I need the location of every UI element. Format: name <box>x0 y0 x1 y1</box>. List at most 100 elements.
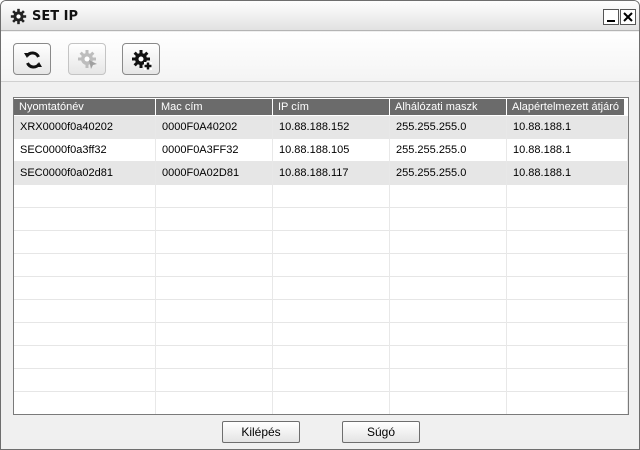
column-header-mac[interactable]: Mac cím <box>156 99 273 115</box>
add-button[interactable] <box>122 43 160 75</box>
cell-gateway: 10.88.188.1 <box>507 162 628 185</box>
empty-cell <box>14 323 156 346</box>
empty-cell <box>507 369 628 392</box>
empty-cell <box>14 254 156 277</box>
window-title: SET IP <box>32 9 79 24</box>
empty-cell <box>156 323 273 346</box>
cell-mac: 0000F0A02D81 <box>156 162 273 185</box>
empty-row <box>14 346 628 369</box>
table-row[interactable]: SEC0000f0a02d81 0000F0A02D81 10.88.188.1… <box>14 162 628 185</box>
empty-cell <box>273 254 390 277</box>
empty-cell <box>273 277 390 300</box>
close-icon <box>623 12 633 22</box>
empty-row <box>14 392 628 414</box>
empty-cell <box>14 277 156 300</box>
column-header-gateway[interactable]: Alapértelmezett átjáró <box>507 99 625 115</box>
help-button[interactable]: Súgó <box>342 421 420 443</box>
empty-cell <box>390 185 507 208</box>
empty-cell <box>156 185 273 208</box>
empty-cell <box>390 323 507 346</box>
empty-row <box>14 300 628 323</box>
cell-mac: 0000F0A40202 <box>156 116 273 139</box>
cell-gateway: 10.88.188.1 <box>507 116 628 139</box>
minimize-button[interactable] <box>603 9 619 25</box>
empty-cell <box>507 254 628 277</box>
empty-cell <box>507 300 628 323</box>
empty-cell <box>390 300 507 323</box>
refresh-button[interactable] <box>13 43 51 75</box>
cell-gateway: 10.88.188.1 <box>507 139 628 162</box>
cell-subnet: 255.255.255.0 <box>390 139 507 162</box>
empty-cell <box>507 346 628 369</box>
empty-row <box>14 231 628 254</box>
printer-table: Nyomtatónév Mac cím IP cím Alhálózati ma… <box>13 97 629 415</box>
cell-printer-name: XRX0000f0a40202 <box>14 116 156 139</box>
empty-cell <box>390 346 507 369</box>
empty-cell <box>156 346 273 369</box>
refresh-icon <box>24 51 42 69</box>
empty-row <box>14 185 628 208</box>
toolbar <box>1 32 639 82</box>
empty-cell <box>273 208 390 231</box>
empty-cell <box>14 300 156 323</box>
empty-cell <box>14 369 156 392</box>
gear-cursor-icon <box>78 50 97 69</box>
empty-cell <box>390 277 507 300</box>
empty-cell <box>507 392 628 414</box>
empty-cell <box>14 231 156 254</box>
empty-cell <box>273 185 390 208</box>
empty-cell <box>156 392 273 414</box>
cell-ip: 10.88.188.105 <box>273 139 390 162</box>
empty-cell <box>390 231 507 254</box>
empty-cell <box>156 277 273 300</box>
empty-row <box>14 277 628 300</box>
cell-printer-name: SEC0000f0a3ff32 <box>14 139 156 162</box>
title-bar[interactable]: SET IP <box>1 1 639 31</box>
column-header-ip[interactable]: IP cím <box>273 99 390 115</box>
empty-row <box>14 369 628 392</box>
cell-subnet: 255.255.255.0 <box>390 116 507 139</box>
empty-cell <box>156 300 273 323</box>
cell-printer-name: SEC0000f0a02d81 <box>14 162 156 185</box>
exit-button[interactable]: Kilépés <box>222 421 300 443</box>
empty-cell <box>390 369 507 392</box>
close-button[interactable] <box>620 9 636 25</box>
cell-subnet: 255.255.255.0 <box>390 162 507 185</box>
set-ip-window: SET IP Nyomtatónév Mac cím IP cím Alháló… <box>0 0 640 450</box>
gear-icon <box>10 8 27 25</box>
empty-cell <box>273 323 390 346</box>
empty-cell <box>507 208 628 231</box>
table-row[interactable]: SEC0000f0a3ff32 0000F0A3FF32 10.88.188.1… <box>14 139 628 162</box>
cell-ip: 10.88.188.152 <box>273 116 390 139</box>
empty-cell <box>156 254 273 277</box>
empty-row <box>14 323 628 346</box>
empty-cell <box>273 300 390 323</box>
table-row[interactable]: XRX0000f0a40202 0000F0A40202 10.88.188.1… <box>14 116 628 139</box>
column-header-printer-name[interactable]: Nyomtatónév <box>14 99 156 115</box>
empty-cell <box>390 392 507 414</box>
empty-cell <box>156 231 273 254</box>
empty-cell <box>273 392 390 414</box>
cell-mac: 0000F0A3FF32 <box>156 139 273 162</box>
empty-cell <box>507 231 628 254</box>
empty-cell <box>156 208 273 231</box>
empty-row <box>14 254 628 277</box>
empty-cell <box>273 231 390 254</box>
empty-cell <box>507 277 628 300</box>
gear-plus-icon <box>132 50 152 70</box>
empty-cell <box>507 323 628 346</box>
configure-button[interactable] <box>68 43 106 75</box>
column-header-subnet[interactable]: Alhálózati maszk <box>390 99 507 115</box>
empty-cell <box>273 346 390 369</box>
empty-cell <box>273 369 390 392</box>
empty-cell <box>390 208 507 231</box>
empty-cell <box>14 346 156 369</box>
empty-cell <box>14 392 156 414</box>
empty-cell <box>14 208 156 231</box>
table-header: Nyomtatónév Mac cím IP cím Alhálózati ma… <box>14 98 628 116</box>
empty-cell <box>14 185 156 208</box>
empty-cell <box>507 185 628 208</box>
empty-cell <box>156 369 273 392</box>
empty-row <box>14 208 628 231</box>
empty-cell <box>390 254 507 277</box>
